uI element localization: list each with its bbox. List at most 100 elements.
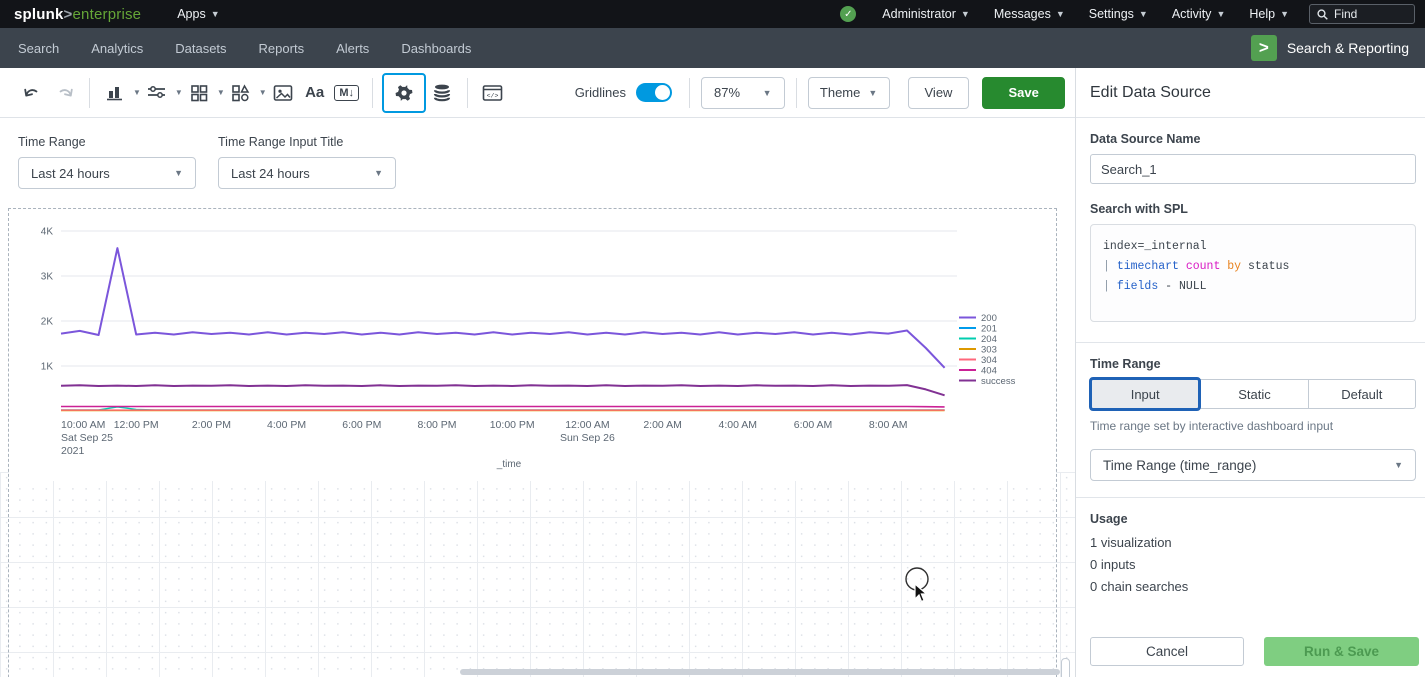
- horizontal-scrollbar[interactable]: [460, 669, 1060, 675]
- svg-text:8:00 PM: 8:00 PM: [417, 419, 456, 431]
- time-range-input-title-block: Time Range Input Title Last 24 hours▼: [218, 135, 396, 189]
- database-icon: [432, 83, 452, 103]
- divider: [796, 78, 797, 108]
- nav-item-analytics[interactable]: Analytics: [75, 28, 159, 68]
- svg-text:2K: 2K: [41, 317, 54, 328]
- splunk-logo[interactable]: splunk>enterprise: [14, 6, 141, 23]
- time-range-helper-text: Time range set by interactive dashboard …: [1090, 419, 1416, 433]
- help-menu[interactable]: Help▼: [1237, 0, 1301, 28]
- health-check-icon[interactable]: ✓: [840, 6, 856, 22]
- vertical-scrollbar[interactable]: [1061, 658, 1070, 677]
- data-source-section: Data Source Name Search with SPL index=_…: [1076, 118, 1425, 342]
- chevron-down-icon: ▼: [174, 168, 183, 178]
- time-range-section-label: Time Range: [1090, 357, 1416, 371]
- app-context[interactable]: > Search & Reporting: [1251, 35, 1425, 61]
- shapes-icon: [228, 78, 254, 108]
- svg-text:</>: </>: [487, 92, 499, 99]
- search-reporting-app-icon: >: [1251, 35, 1277, 61]
- gridlines-toggle[interactable]: [636, 83, 672, 102]
- chevron-down-icon: ▼: [1216, 9, 1225, 19]
- spl-editor[interactable]: index=_internal| timechart count by stat…: [1090, 224, 1416, 322]
- apps-menu[interactable]: Apps▼: [165, 0, 231, 28]
- dashboard-canvas[interactable]: Time Range Last 24 hours▼ Time Range Inp…: [0, 118, 1075, 677]
- divider: [372, 78, 373, 108]
- add-image-button[interactable]: [270, 78, 296, 108]
- spl-label: Search with SPL: [1090, 202, 1416, 216]
- svg-text:404: 404: [981, 366, 997, 377]
- chevron-down-icon: ▼: [217, 88, 225, 97]
- panel-title: Edit Data Source: [1076, 68, 1425, 118]
- svg-text:2021: 2021: [61, 445, 85, 457]
- chevron-down-icon: ▼: [1139, 9, 1148, 19]
- image-icon: [273, 84, 293, 102]
- source-code-button[interactable]: </>: [480, 78, 506, 108]
- administrator-menu[interactable]: Administrator▼: [870, 0, 982, 28]
- editor-toolbar: ▼ ▼ ▼ ▼ Aa M↓ </> Gridlines: [0, 68, 1075, 118]
- time-range-mode-default[interactable]: Default: [1308, 379, 1416, 409]
- app-nav-bar: Search Analytics Datasets Reports Alerts…: [0, 28, 1425, 68]
- find-search-input[interactable]: Find: [1309, 4, 1415, 24]
- chevron-down-icon: ▼: [1056, 9, 1065, 19]
- data-sources-button[interactable]: [429, 78, 455, 108]
- svg-text:4:00 PM: 4:00 PM: [267, 419, 306, 431]
- svg-text:10:00 AM: 10:00 AM: [61, 419, 105, 431]
- markdown-icon: M↓: [334, 85, 359, 101]
- toggle-knob: [655, 85, 670, 100]
- gridlines-label: Gridlines: [575, 85, 626, 100]
- chevron-down-icon: ▼: [1280, 9, 1289, 19]
- configuration-panel-button[interactable]: [382, 73, 426, 113]
- chevron-down-icon: ▼: [175, 88, 183, 97]
- usage-inputs: 0 inputs: [1090, 557, 1416, 572]
- usage-label: Usage: [1090, 512, 1416, 526]
- settings-menu[interactable]: Settings▼: [1077, 0, 1160, 28]
- nav-item-search[interactable]: Search: [0, 28, 75, 68]
- add-markdown-button[interactable]: M↓: [334, 78, 360, 108]
- run-save-button[interactable]: Run & Save: [1264, 637, 1419, 666]
- activity-menu[interactable]: Activity▼: [1160, 0, 1238, 28]
- chevron-down-icon: ▼: [259, 88, 267, 97]
- edit-data-source-panel: Edit Data Source Data Source Name Search…: [1075, 68, 1425, 677]
- zoom-level-dropdown[interactable]: 87%▼: [701, 77, 785, 109]
- data-source-name-input[interactable]: [1090, 154, 1416, 184]
- save-button[interactable]: Save: [982, 77, 1065, 109]
- nav-item-alerts[interactable]: Alerts: [320, 28, 385, 68]
- svg-text:Sun Sep 26: Sun Sep 26: [560, 432, 615, 444]
- divider: [467, 78, 468, 108]
- chevron-down-icon: ▼: [133, 88, 141, 97]
- svg-text:201: 201: [981, 324, 997, 335]
- messages-menu[interactable]: Messages▼: [982, 0, 1077, 28]
- nav-item-datasets[interactable]: Datasets: [159, 28, 242, 68]
- svg-text:2:00 PM: 2:00 PM: [192, 419, 231, 431]
- redo-icon[interactable]: [51, 78, 77, 108]
- time-range-binding-dropdown[interactable]: Time Range (time_range)▼: [1090, 449, 1416, 481]
- cancel-button[interactable]: Cancel: [1090, 637, 1244, 666]
- selected-chart-widget[interactable]: 1K2K3K4K10:00 AMSat Sep 25202112:00 PM2:…: [8, 208, 1057, 677]
- add-text-button[interactable]: Aa: [302, 78, 328, 108]
- grid-icon: [186, 78, 212, 108]
- svg-text:6:00 AM: 6:00 AM: [794, 419, 833, 431]
- code-icon: </>: [482, 84, 503, 102]
- gear-icon: [391, 78, 417, 108]
- sliders-icon: [144, 78, 170, 108]
- usage-section: Usage 1 visualization 0 inputs 0 chain s…: [1076, 497, 1425, 617]
- svg-text:1K: 1K: [41, 362, 54, 373]
- time-range-mode-input[interactable]: Input: [1089, 377, 1201, 411]
- nav-item-reports[interactable]: Reports: [243, 28, 321, 68]
- view-button[interactable]: View: [908, 77, 970, 109]
- svg-text:200: 200: [981, 313, 997, 324]
- add-chart-button[interactable]: ▼: [99, 78, 141, 108]
- theme-dropdown[interactable]: Theme▼: [808, 77, 890, 109]
- layout-grid-button[interactable]: ▼: [183, 78, 225, 108]
- undo-icon[interactable]: [19, 78, 45, 108]
- svg-text:4K: 4K: [41, 227, 54, 238]
- time-range-mode-static[interactable]: Static: [1200, 379, 1308, 409]
- time-range-section: Time Range Input Static Default Time ran…: [1076, 342, 1425, 497]
- svg-text:304: 304: [981, 355, 997, 366]
- divider: [89, 78, 90, 108]
- add-input-button[interactable]: ▼: [141, 78, 183, 108]
- time-range-input-title-dropdown[interactable]: Last 24 hours▼: [218, 157, 396, 189]
- add-shape-button[interactable]: ▼: [225, 78, 267, 108]
- time-range-dropdown[interactable]: Last 24 hours▼: [18, 157, 196, 189]
- svg-text:12:00 PM: 12:00 PM: [114, 419, 159, 431]
- nav-item-dashboards[interactable]: Dashboards: [385, 28, 487, 68]
